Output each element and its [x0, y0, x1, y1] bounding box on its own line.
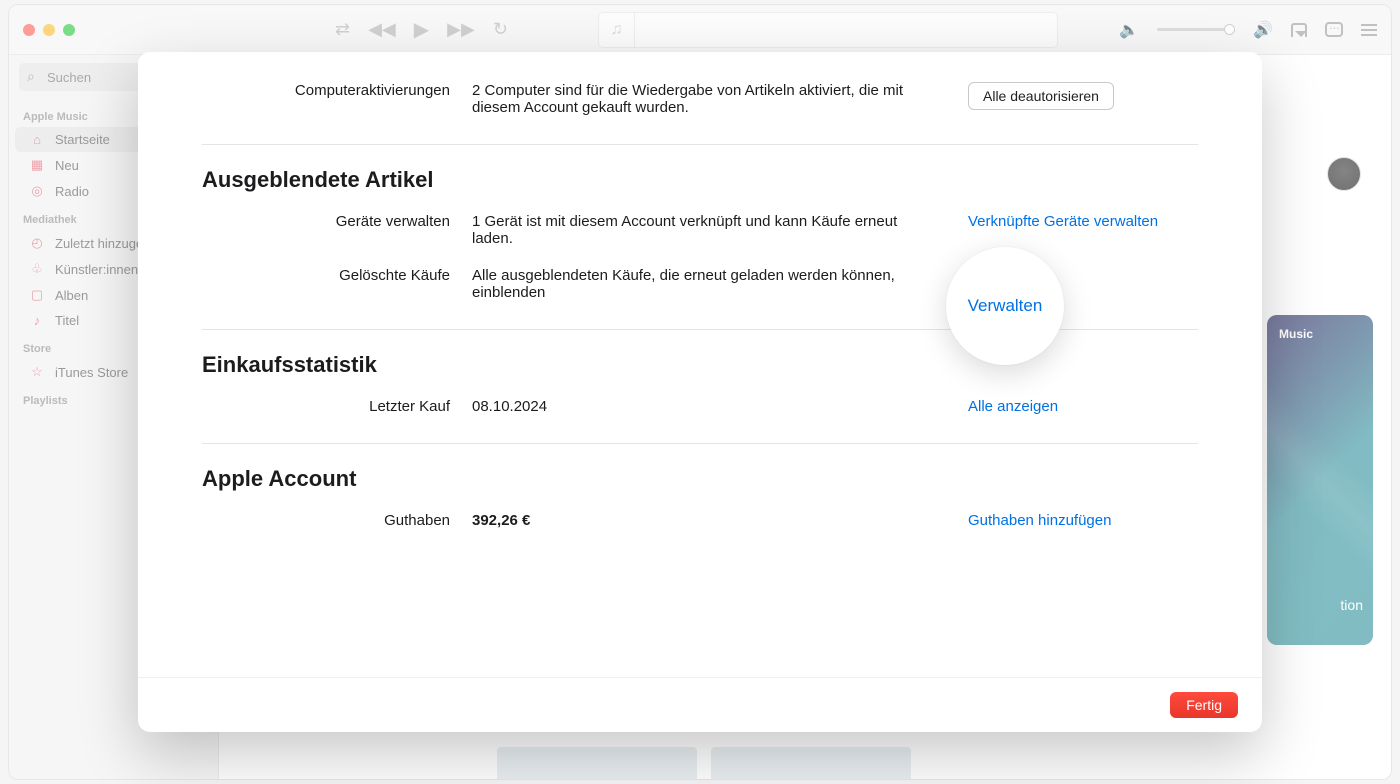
section-hidden-items: Ausgeblendete Artikel	[202, 167, 1198, 193]
titlebar	[9, 5, 1391, 55]
add-funds-link[interactable]: Guthaben hinzufügen	[968, 512, 1111, 529]
divider	[202, 329, 1198, 330]
sidebar-item-label: Alben	[55, 288, 88, 303]
titlebar-right-controls	[1119, 20, 1377, 40]
done-button[interactable]: Fertig	[1170, 692, 1238, 718]
note-icon	[29, 313, 45, 328]
value-balance: 392,26 €	[472, 512, 968, 529]
sidebar-item-label: Radio	[55, 184, 89, 199]
playback-controls	[335, 17, 508, 42]
grid-icon	[29, 157, 45, 173]
label-manage-devices: Geräte verwalten	[202, 213, 472, 230]
now-playing-lcd	[598, 12, 1058, 48]
label-deleted-purchases: Gelöschte Käufe	[202, 267, 472, 284]
sidebar-item-label: iTunes Store	[55, 365, 128, 380]
star-icon	[29, 364, 45, 380]
home-icon	[29, 132, 45, 147]
volume-max-icon[interactable]	[1253, 20, 1273, 40]
window-traffic-lights[interactable]	[23, 24, 75, 36]
sidebar-item-label: Titel	[55, 313, 79, 328]
queue-list-icon[interactable]	[1361, 24, 1377, 36]
divider	[202, 443, 1198, 444]
manage-hidden-purchases-link[interactable]: Verwalten	[968, 267, 1034, 284]
volume-mute-icon[interactable]	[1119, 20, 1139, 40]
fullscreen-window-icon[interactable]	[63, 24, 75, 36]
sidebar-item-label: Neu	[55, 158, 79, 173]
label-balance: Guthaben	[202, 512, 472, 529]
label-computer-activations: Computeraktivierungen	[202, 82, 472, 99]
radio-icon	[29, 183, 45, 199]
label-last-purchase: Letzter Kauf	[202, 398, 472, 415]
lyrics-icon[interactable]	[1325, 22, 1343, 37]
album-icon	[29, 287, 45, 303]
airplay-icon[interactable]	[1291, 23, 1307, 37]
deauthorize-all-button[interactable]: Alle deautorisieren	[968, 82, 1114, 110]
promo-badge: Music	[1279, 327, 1361, 341]
search-icon: ⌕	[27, 68, 35, 85]
album-tile[interactable]	[711, 747, 911, 779]
minimize-window-icon[interactable]	[43, 24, 55, 36]
sidebar-item-label: Startseite	[55, 132, 110, 147]
previous-track-icon[interactable]	[368, 19, 396, 40]
volume-slider[interactable]	[1157, 28, 1235, 31]
value-last-purchase: 08.10.2024	[472, 398, 968, 415]
avatar[interactable]	[1327, 157, 1361, 191]
repeat-icon[interactable]	[493, 19, 508, 40]
sidebar-item-label: Künstler:innen	[55, 262, 138, 277]
play-icon[interactable]	[414, 17, 429, 42]
close-window-icon[interactable]	[23, 24, 35, 36]
section-apple-account: Apple Account	[202, 466, 1198, 492]
shuffle-icon[interactable]	[335, 19, 350, 40]
section-purchase-stats: Einkaufsstatistik	[202, 352, 1198, 378]
mic-icon	[29, 261, 45, 277]
manage-linked-devices-link[interactable]: Verknüpfte Geräte verwalten	[968, 213, 1158, 230]
account-info-modal: Computeraktivierungen 2 Computer sind fü…	[138, 52, 1262, 732]
next-track-icon[interactable]	[447, 19, 475, 40]
value-computer-activations: 2 Computer sind für die Wiedergabe von A…	[472, 82, 968, 116]
album-tile[interactable]	[497, 747, 697, 779]
show-all-purchases-link[interactable]: Alle anzeigen	[968, 398, 1058, 415]
divider	[202, 144, 1198, 145]
apple-music-promo-card[interactable]: Music tion	[1267, 315, 1373, 645]
value-manage-devices: 1 Gerät ist mit diesem Account verknüpft…	[472, 213, 968, 247]
clock-icon	[29, 235, 45, 251]
music-note-icon	[599, 12, 635, 48]
promo-cta: tion	[1340, 597, 1363, 613]
value-deleted-purchases: Alle ausgeblendeten Käufe, die erneut ge…	[472, 267, 968, 301]
